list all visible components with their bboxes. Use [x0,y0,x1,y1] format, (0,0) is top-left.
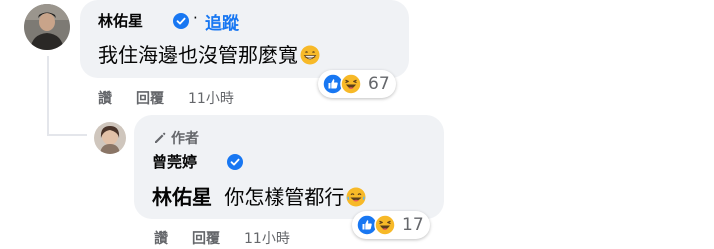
comment-author-name[interactable]: 曾莞婷 [152,151,197,172]
avatar-zeng-wanting[interactable] [94,122,126,154]
mention-link[interactable]: 林佑星 [152,185,212,209]
haha-reaction-icon [374,214,396,236]
verified-badge-icon [173,13,189,29]
verified-badge-icon [227,154,243,170]
reaction-summary[interactable]: 17 [352,211,430,239]
author-badge-label: 作者 [171,131,199,147]
grin-emoji-icon [300,45,320,65]
pencil-icon [152,130,168,146]
like-button[interactable]: 讚 [154,228,168,248]
comment-actions: 讚 回覆 11小時 [154,228,290,248]
reaction-count: 17 [402,215,424,235]
comment-actions: 讚 回覆 11小時 [98,88,234,108]
comment-text: 林佑星 你怎樣管都行 [152,181,366,210]
haha-reaction-icon [340,73,362,95]
avatar-lin-youxing[interactable] [24,4,70,50]
author-badge: 作者 [152,128,199,148]
thread-connector-branch [47,134,87,136]
separator-dot: · [193,9,198,27]
comment-timestamp[interactable]: 11小時 [188,88,234,108]
follow-button[interactable]: 追蹤 [205,9,239,34]
laugh-tears-emoji-icon [346,187,366,207]
comment-text: 我住海邊也沒管那麼寬 [98,39,320,68]
comment-author-name[interactable]: 林佑星 [98,10,143,31]
reply-button[interactable]: 回覆 [136,88,164,108]
comment-timestamp[interactable]: 11小時 [244,228,290,248]
reaction-summary[interactable]: 67 [318,70,396,98]
like-button[interactable]: 讚 [98,88,112,108]
thread-connector-line [47,56,49,136]
reply-button[interactable]: 回覆 [192,228,220,248]
comment-text-content: 我住海邊也沒管那麼寬 [98,43,298,67]
reaction-count: 67 [368,74,390,94]
comment-text-content: 你怎樣管都行 [224,185,345,209]
